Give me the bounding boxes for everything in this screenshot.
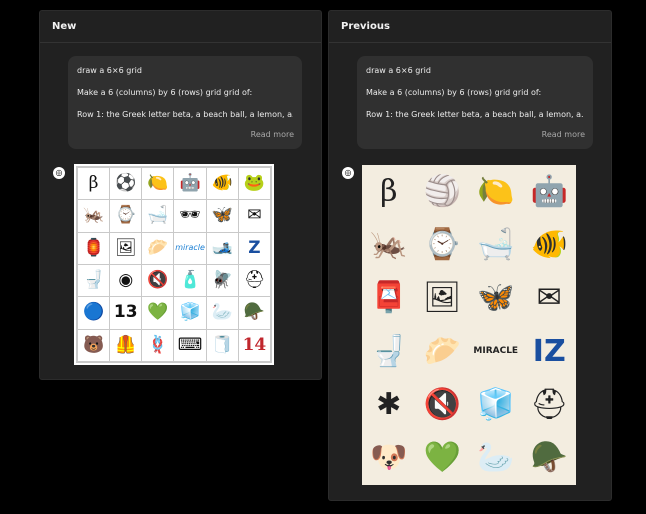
grid-cell: 🖼 [110,232,142,264]
grid-cell: β [362,165,416,219]
grid-cell: 🥟 [415,324,469,379]
grid-cell: 🦢 [206,297,238,329]
grid-cell: 🕶 [174,200,206,232]
generated-image-grid[interactable]: β ⚽ 🍋 🤖 🐠 🐸 🦗 ⌚ 🛁 🕶 🦋 ✉ 🏮 🖼 🥟 miracle 🎿 Z 🚽 ◉ 🔇 🧴 🪰 ⛑ 🔵 13 💚 🧊 🦢 🪖 🐻 🦺 🪢… [74,164,274,365]
message-line: Make a 6 (columns) by 6 (rows) grid grid… [366,88,542,97]
grid-cell: 🪰 [206,265,238,297]
grid-cell: ⛑ [522,378,576,432]
grid-cell: 🧊 [469,378,523,432]
openai-logo-icon: ◎ [53,167,65,179]
grid-cell: 🔇 [142,265,174,297]
grid-cell: 🦗 [362,218,416,272]
grid-cell: 🤖 [174,168,206,200]
message-line: draw a 6×6 grid [77,66,142,75]
grid-cell: ✉ [238,200,270,232]
grid-cell: 🎿 [206,232,238,264]
panel-title: Previous [329,11,611,43]
user-message-bubble: draw a 6×6 grid Make a 6 (columns) by 6 … [357,56,593,149]
grid-cell: 🏮 [78,232,110,264]
grid-cell: 🐠 [206,168,238,200]
grid-cell: 🔇 [415,378,469,432]
grid-cell: 🖼 [415,271,469,325]
grid-cell: 🧴 [174,265,206,297]
grid-cell: Z [238,232,270,264]
grid-cell: 💚 [142,297,174,329]
grid-cell: 🏐 [415,165,469,219]
grid-cell: 🪖 [522,431,576,485]
grid-cell: 🐻 [78,329,110,361]
message-line: Row 1: the Greek letter beta, a beach ba… [366,110,584,119]
message-line: Make a 6 (columns) by 6 (rows) grid grid… [77,88,253,97]
grid-cell: 🚽 [362,324,416,379]
grid-cell: 🪢 [142,329,174,361]
grid-cell: 🧻 [206,329,238,361]
panel-previous: Previous draw a 6×6 grid Make a 6 (colum… [328,10,612,501]
grid-cell: 🦗 [78,200,110,232]
grid-cell: 📮 [362,271,416,325]
grid-cell: 🛁 [142,200,174,232]
panel-title: New [40,11,321,43]
panel-new: New draw a 6×6 grid Make a 6 (columns) b… [39,10,322,380]
grid-cell: 🍋 [142,168,174,200]
grid-cell: ✱ [362,378,416,432]
read-more-link[interactable]: Read more [251,129,294,140]
grid-cell: ⚽ [110,168,142,200]
openai-logo-icon: ◎ [342,167,354,179]
grid-cell: miracle [174,232,206,264]
grid-cell: 🛁 [469,218,523,272]
grid-cell: 🥟 [142,232,174,264]
grid-cell: ⌚ [415,218,469,272]
grid-cell: 🧊 [174,297,206,329]
grid-cell: ◉ [110,265,142,297]
grid-cell: 💚 [415,431,469,485]
message-line: draw a 6×6 grid [366,66,431,75]
grid-cell: β [78,168,110,200]
grid-cell: 🐸 [238,168,270,200]
grid-cell: 🐶 [362,431,416,485]
grid-cell: 🔵 [78,297,110,329]
grid-cell: ⌨ [174,329,206,361]
grid-cell: 🍋 [469,165,523,219]
grid-cell: 🐠 [522,218,576,272]
grid-cell: IZ [522,324,576,379]
grid-cell: 🦢 [469,431,523,485]
grid-cell: ✉ [522,271,576,325]
grid-cell: ⌚ [110,200,142,232]
message-line: Row 1: the Greek letter beta, a beach ba… [77,110,293,119]
grid-cell: 🤖 [522,165,576,219]
grid-cell: 🦺 [110,329,142,361]
grid-cell: 🦋 [206,200,238,232]
generated-image-grid[interactable]: β 🏐 🍋 🤖 🦗 ⌚ 🛁 🐠 📮 🖼 🦋 ✉ 🚽 🥟 MIRACLE IZ ✱ 🔇 🧊 ⛑ 🐶 💚 🦢 🪖 [362,165,576,485]
grid-cell: MIRACLE [469,324,523,379]
read-more-link[interactable]: Read more [542,129,585,140]
grid-cell: 🦋 [469,271,523,325]
grid-cell: 🪖 [238,297,270,329]
user-message-bubble: draw a 6×6 grid Make a 6 (columns) by 6 … [68,56,302,149]
grid-cell: 13 [110,297,142,329]
grid-cell: 🚽 [78,265,110,297]
grid-cell: ⛑ [238,265,270,297]
grid-cell: 14 [238,329,270,361]
